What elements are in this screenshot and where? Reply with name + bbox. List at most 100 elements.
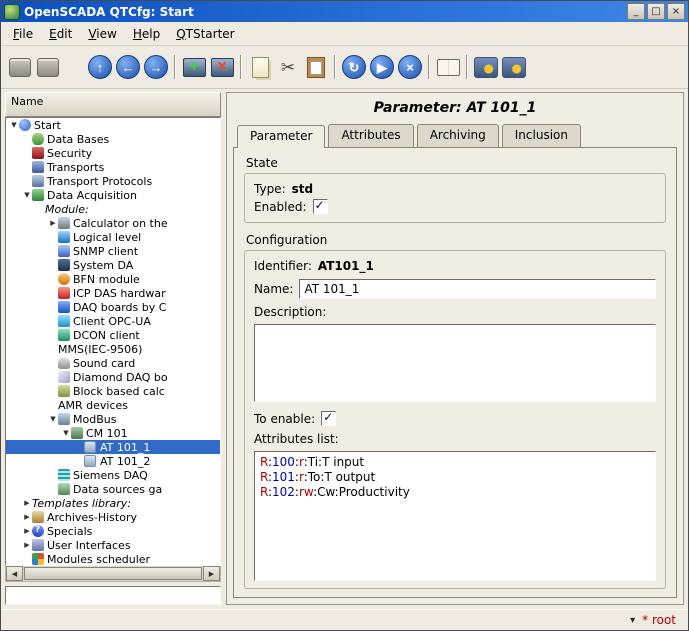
add-item-button[interactable]: +: [180, 53, 208, 81]
tree-item-start[interactable]: ▼ Start: [6, 118, 220, 132]
start-button[interactable]: ▶: [368, 53, 396, 81]
scroll-left-icon[interactable]: ◀: [6, 566, 23, 581]
tree-item-client-opc-ua[interactable]: Client OPC-UA: [6, 314, 220, 328]
qtstarter-config2-button[interactable]: [500, 53, 528, 81]
load-from-db-button[interactable]: [6, 53, 34, 81]
up-button[interactable]: ↑: [86, 53, 114, 81]
menu-help[interactable]: Help: [125, 24, 168, 44]
attribute-item[interactable]: R:102:rw:Cw:Productivity: [260, 485, 650, 500]
tree-item-amr-devices[interactable]: AMR devices: [6, 398, 220, 412]
minimize-button[interactable]: _: [627, 3, 645, 20]
refresh-icon: ↻: [342, 55, 366, 79]
tree-item-system-da[interactable]: System DA: [6, 258, 220, 272]
tree-column-header[interactable]: Name: [5, 92, 221, 117]
tree-item-label: DAQ boards by C: [73, 300, 167, 314]
tree-item-icp-das-hardwar[interactable]: ICP DAS hardwar: [6, 286, 220, 300]
save-to-db-button[interactable]: [34, 53, 62, 81]
tab-inclusion[interactable]: Inclusion: [501, 124, 581, 147]
tree-item-security[interactable]: Security: [6, 146, 220, 160]
description-textarea[interactable]: [254, 324, 656, 402]
window-controls: _ □ ×: [627, 3, 685, 20]
manual-button[interactable]: [434, 53, 462, 81]
tree-item-label: AT 101_2: [100, 454, 151, 468]
tree-item-block-based-calc[interactable]: Block based calc: [6, 384, 220, 398]
tree-item-modbus[interactable]: ▼ ModBus: [6, 412, 220, 426]
tree-item-daq-boards-by-c[interactable]: DAQ boards by C: [6, 300, 220, 314]
forward-button[interactable]: →: [142, 53, 170, 81]
maximize-button[interactable]: □: [647, 3, 665, 20]
up-arrow-icon: ↑: [88, 55, 112, 79]
tree-item-at-101-2[interactable]: AT 101_2: [6, 454, 220, 468]
attribute-item[interactable]: R:101:r:To:T output: [260, 470, 650, 485]
security-icon: [32, 147, 44, 159]
tab-attributes[interactable]: Attributes: [328, 124, 414, 147]
tree-item-templates-library[interactable]: ▶ Templates library:: [6, 496, 220, 510]
tree-item-archives-history[interactable]: ▶ Archives-History: [6, 510, 220, 524]
expand-icon[interactable]: ▶: [22, 499, 32, 507]
to-enable-label: To enable:: [254, 411, 316, 426]
enabled-checkbox[interactable]: [312, 198, 328, 214]
tree-item-calculator-on-the[interactable]: ▶ Calculator on the: [6, 216, 220, 230]
play-icon: ▶: [370, 55, 394, 79]
menu-qtstarter[interactable]: QTStarter: [168, 24, 242, 44]
close-button[interactable]: ×: [667, 3, 685, 20]
delete-item-button[interactable]: ×: [208, 53, 236, 81]
tree-item-transports[interactable]: Transports: [6, 160, 220, 174]
paste-item-button[interactable]: [302, 53, 330, 81]
tree-item-logical-level[interactable]: Logical level: [6, 230, 220, 244]
tab-archiving[interactable]: Archiving: [416, 124, 499, 147]
tree-item-snmp-client[interactable]: SNMP client: [6, 244, 220, 258]
tree-item-module[interactable]: Module:: [6, 202, 220, 216]
scheduler-icon: [32, 553, 44, 565]
scroll-right-icon[interactable]: ▶: [203, 566, 220, 581]
status-collapse-icon[interactable]: ▾: [630, 615, 635, 626]
tree-item-specials[interactable]: ▶ Specials: [6, 524, 220, 538]
menu-file[interactable]: File: [5, 24, 41, 44]
book-icon: [436, 58, 460, 76]
tree-item-bfn-module[interactable]: BFN module: [6, 272, 220, 286]
expand-icon[interactable]: ▶: [22, 527, 32, 535]
tree-filter-input[interactable]: [5, 586, 221, 605]
icpdas-icon: [58, 287, 70, 299]
collapse-icon[interactable]: ▼: [61, 429, 71, 437]
expand-icon[interactable]: ▶: [22, 513, 32, 521]
tree-item-mms-iec-9506[interactable]: MMS(IEC-9506): [6, 342, 220, 356]
identifier-row: Identifier: AT101_1: [254, 259, 656, 273]
cut-item-button[interactable]: ✂: [274, 53, 302, 81]
back-button[interactable]: ←: [114, 53, 142, 81]
tree-item-cm-101[interactable]: ▼ CM 101: [6, 426, 220, 440]
refresh-button[interactable]: ↻: [340, 53, 368, 81]
tree-item-data-acquisition[interactable]: ▼ Data Acquisition: [6, 188, 220, 202]
tree-item-diamond-daq-bo[interactable]: Diamond DAQ bo: [6, 370, 220, 384]
toolbar-gap: [62, 67, 86, 68]
tree-item-user-interfaces[interactable]: ▶ User Interfaces: [6, 538, 220, 552]
titlebar[interactable]: OpenSCADA QTCfg: Start _ □ ×: [1, 1, 688, 22]
tab-parameter[interactable]: Parameter: [237, 125, 326, 148]
stop-button[interactable]: ×: [396, 53, 424, 81]
tree-item-modules-scheduler[interactable]: Modules scheduler: [6, 552, 220, 565]
to-enable-checkbox[interactable]: [321, 410, 337, 426]
tree-item-data-bases[interactable]: Data Bases: [6, 132, 220, 146]
name-input[interactable]: [299, 279, 656, 299]
type-row: Type: std: [254, 182, 656, 196]
expand-icon[interactable]: ▶: [22, 541, 32, 549]
menu-view[interactable]: View: [80, 24, 124, 44]
tree-item-label: Templates library:: [32, 496, 132, 510]
tree-item-transport-protocols[interactable]: Transport Protocols: [6, 174, 220, 188]
tree-item-siemens-daq[interactable]: Siemens DAQ: [6, 468, 220, 482]
tree-item-dcon-client[interactable]: DCON client: [6, 328, 220, 342]
attribute-item[interactable]: R:100:r:Ti:T input: [260, 455, 650, 470]
tree-item-at-101-1[interactable]: AT 101_1: [6, 440, 220, 454]
name-label: Name:: [254, 282, 294, 296]
expand-icon[interactable]: ▶: [48, 219, 58, 227]
scrollbar-thumb[interactable]: [24, 567, 202, 580]
copy-item-button[interactable]: [246, 53, 274, 81]
collapse-icon[interactable]: ▼: [22, 191, 32, 199]
tree-item-label: Module:: [45, 202, 89, 216]
collapse-icon[interactable]: ▼: [48, 415, 58, 423]
collapse-icon[interactable]: ▼: [9, 121, 19, 129]
qtstarter-config-button[interactable]: [472, 53, 500, 81]
tree-item-data-sources-ga[interactable]: Data sources ga: [6, 482, 220, 496]
tree-item-sound-card[interactable]: Sound card: [6, 356, 220, 370]
menu-edit[interactable]: Edit: [41, 24, 80, 44]
